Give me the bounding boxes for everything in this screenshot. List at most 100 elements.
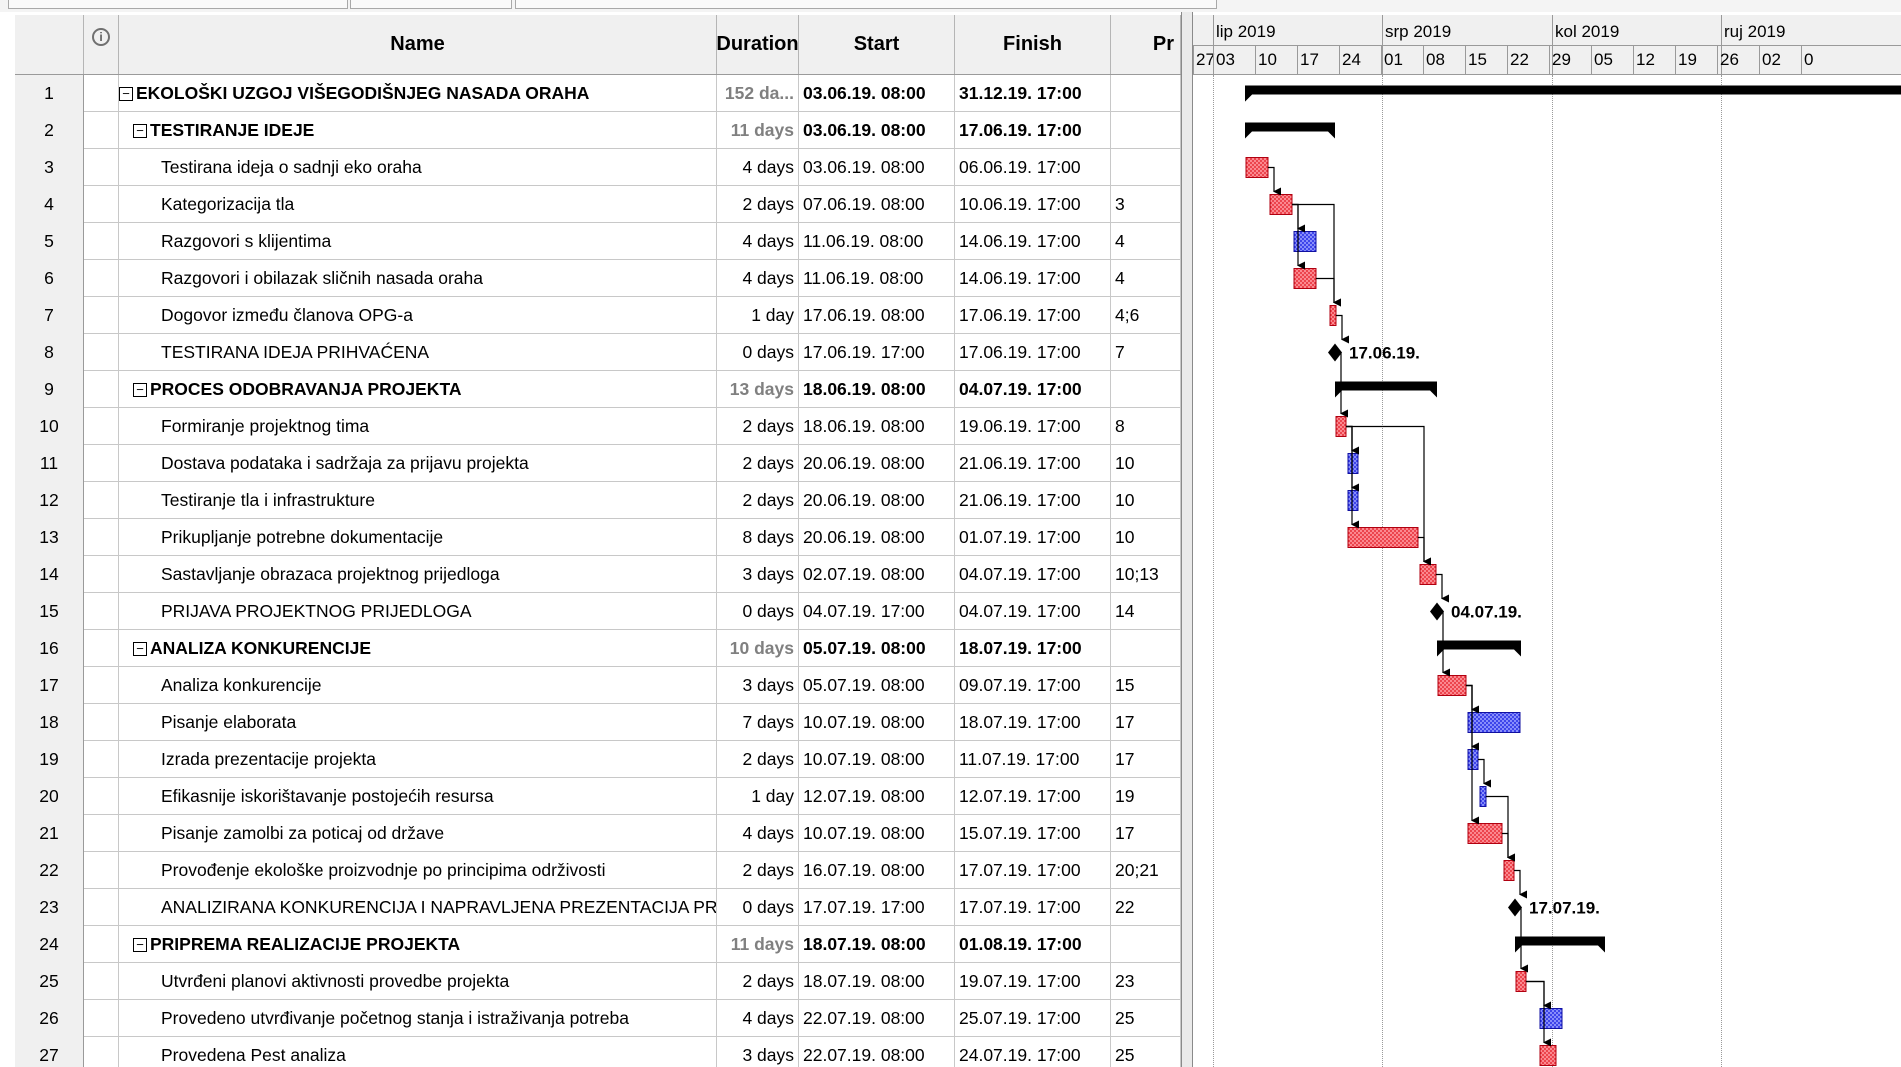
start-cell[interactable]: 17.07.19. 17:00 [799,889,955,926]
finish-cell[interactable]: 11.07.19. 17:00 [955,741,1111,778]
task-name-cell[interactable]: Testiranje tla i infrastrukture [119,482,717,519]
task-id-cell[interactable]: 6 [15,260,84,297]
task-id-cell[interactable]: 2 [15,112,84,149]
predecessors-cell[interactable] [1111,926,1181,963]
task-row[interactable]: 26 Provedeno utvrđivanje početnog stanja … [15,1000,1181,1037]
task-name-cell[interactable]: Izrada prezentacije projekta [119,741,717,778]
finish-cell[interactable]: 17.07.19. 17:00 [955,889,1111,926]
summary-task-row[interactable]: 9 − PROCES ODOBRAVANJA PROJEKTA 13 days 18.0… [15,371,1181,408]
start-cell[interactable]: 12.07.19. 08:00 [799,778,955,815]
start-cell[interactable]: 11.06.19. 08:00 [799,260,955,297]
id-column-header[interactable] [15,15,84,74]
finish-cell[interactable]: 21.06.19. 17:00 [955,482,1111,519]
start-cell[interactable]: 17.06.19. 17:00 [799,334,955,371]
task-row[interactable]: 4 Kategorizacija tla 2 days 07.06.19. 08:00… [15,186,1181,223]
finish-cell[interactable]: 17.07.19. 17:00 [955,852,1111,889]
duration-cell[interactable]: 0 days [717,889,799,926]
duration-cell[interactable]: 2 days [717,852,799,889]
task-row[interactable]: 23 ANALIZIRANA KONKURENCIJA I NAPRAVLJENA… [15,889,1181,926]
finish-cell[interactable]: 04.07.19. 17:00 [955,593,1111,630]
task-id-cell[interactable]: 11 [15,445,84,482]
task-name-cell[interactable]: Provođenje ekološke proizvodnje po princ… [119,852,717,889]
predecessors-cell[interactable]: 17 [1111,704,1181,741]
finish-column-header[interactable]: Finish [955,15,1111,74]
task-name-cell[interactable]: − TESTIRANJE IDEJE [119,112,717,149]
duration-cell[interactable]: 1 day [717,297,799,334]
task-name-cell[interactable]: Razgovori s klijentima [119,223,717,260]
task-row[interactable]: 10 Formiranje projektnog tima 2 days 18.06.… [15,408,1181,445]
finish-cell[interactable]: 19.06.19. 17:00 [955,408,1111,445]
task-name-cell[interactable]: ANALIZIRANA KONKURENCIJA I NAPRAVLJENA P… [119,889,717,926]
task-name-cell[interactable]: Pisanje elaborata [119,704,717,741]
start-cell[interactable]: 22.07.19. 08:00 [799,1000,955,1037]
task-name-cell[interactable]: − PROCES ODOBRAVANJA PROJEKTA [119,371,717,408]
task-id-cell[interactable]: 12 [15,482,84,519]
task-id-cell[interactable]: 20 [15,778,84,815]
predecessors-cell[interactable] [1111,630,1181,667]
start-cell[interactable]: 07.06.19. 08:00 [799,186,955,223]
duration-cell[interactable]: 4 days [717,149,799,186]
finish-cell[interactable]: 06.06.19. 17:00 [955,149,1111,186]
task-id-cell[interactable]: 7 [15,297,84,334]
task-name-cell[interactable]: Efikasnije iskorištavanje postojećih res… [119,778,717,815]
duration-cell[interactable]: 8 days [717,519,799,556]
task-name-cell[interactable]: Analiza konkurencije [119,667,717,704]
finish-cell[interactable]: 17.06.19. 17:00 [955,112,1111,149]
finish-cell[interactable]: 01.08.19. 17:00 [955,926,1111,963]
finish-cell[interactable]: 17.06.19. 17:00 [955,297,1111,334]
duration-cell[interactable]: 10 days [717,630,799,667]
predecessors-cell[interactable]: 17 [1111,741,1181,778]
predecessors-cell[interactable]: 4;6 [1111,297,1181,334]
start-cell[interactable]: 20.06.19. 08:00 [799,482,955,519]
task-id-cell[interactable]: 17 [15,667,84,704]
predecessors-cell[interactable]: 23 [1111,963,1181,1000]
start-cell[interactable]: 18.07.19. 08:00 [799,926,955,963]
predecessors-cell[interactable]: 7 [1111,334,1181,371]
task-id-cell[interactable]: 14 [15,556,84,593]
predecessors-cell[interactable]: 4 [1111,223,1181,260]
duration-cell[interactable]: 1 day [717,778,799,815]
finish-cell[interactable]: 01.07.19. 17:00 [955,519,1111,556]
task-name-cell[interactable]: Formiranje projektnog tima [119,408,717,445]
duration-cell[interactable]: 7 days [717,704,799,741]
task-id-cell[interactable]: 1 [15,75,84,112]
task-name-cell[interactable]: Prikupljanje potrebne dokumentacije [119,519,717,556]
task-row[interactable]: 8 TESTIRANA IDEJA PRIHVAĆENA 0 days 17.06.1… [15,334,1181,371]
finish-cell[interactable]: 25.07.19. 17:00 [955,1000,1111,1037]
task-id-cell[interactable]: 3 [15,149,84,186]
name-column-header[interactable]: Name [119,15,717,74]
task-name-cell[interactable]: Kategorizacija tla [119,186,717,223]
duration-cell[interactable]: 2 days [717,445,799,482]
start-cell[interactable]: 11.06.19. 08:00 [799,223,955,260]
task-name-cell[interactable]: − PRIPREMA REALIZACIJE PROJEKTA [119,926,717,963]
finish-cell[interactable]: 19.07.19. 17:00 [955,963,1111,1000]
task-id-cell[interactable]: 23 [15,889,84,926]
view-splitter[interactable] [1181,12,1193,1067]
indicators-column-header[interactable]: i [84,15,119,74]
duration-cell[interactable]: 0 days [717,593,799,630]
task-id-cell[interactable]: 16 [15,630,84,667]
task-row[interactable]: 19 Izrada prezentacije projekta 2 days 10.0… [15,741,1181,778]
task-name-cell[interactable]: Provedena Pest analiza [119,1037,717,1067]
finish-cell[interactable]: 17.06.19. 17:00 [955,334,1111,371]
task-row[interactable]: 20 Efikasnije iskorištavanje postojećih r… [15,778,1181,815]
finish-cell[interactable]: 04.07.19. 17:00 [955,371,1111,408]
task-row[interactable]: 3 Testirana ideja o sadnji eko oraha 4 day… [15,149,1181,186]
start-cell[interactable]: 18.07.19. 08:00 [799,963,955,1000]
predecessors-cell[interactable]: 10;13 [1111,556,1181,593]
finish-cell[interactable]: 31.12.19. 17:00 [955,75,1111,112]
task-name-cell[interactable]: Sastavljanje obrazaca projektnog prijedl… [119,556,717,593]
task-id-cell[interactable]: 4 [15,186,84,223]
duration-cell[interactable]: 4 days [717,1000,799,1037]
start-cell[interactable]: 18.06.19. 08:00 [799,371,955,408]
duration-cell[interactable]: 3 days [717,1037,799,1067]
task-row[interactable]: 21 Pisanje zamolbi za poticaj od države 4 … [15,815,1181,852]
duration-cell[interactable]: 3 days [717,667,799,704]
task-row[interactable]: 27 Provedena Pest analiza 3 days 22.07.19. … [15,1037,1181,1067]
predecessors-cell[interactable]: 8 [1111,408,1181,445]
finish-cell[interactable]: 24.07.19. 17:00 [955,1037,1111,1067]
collapse-icon[interactable]: − [119,86,133,101]
predecessors-cell[interactable]: 10 [1111,519,1181,556]
task-row[interactable]: 18 Pisanje elaborata 7 days 10.07.19. 08:00… [15,704,1181,741]
predecessors-cell[interactable]: 15 [1111,667,1181,704]
